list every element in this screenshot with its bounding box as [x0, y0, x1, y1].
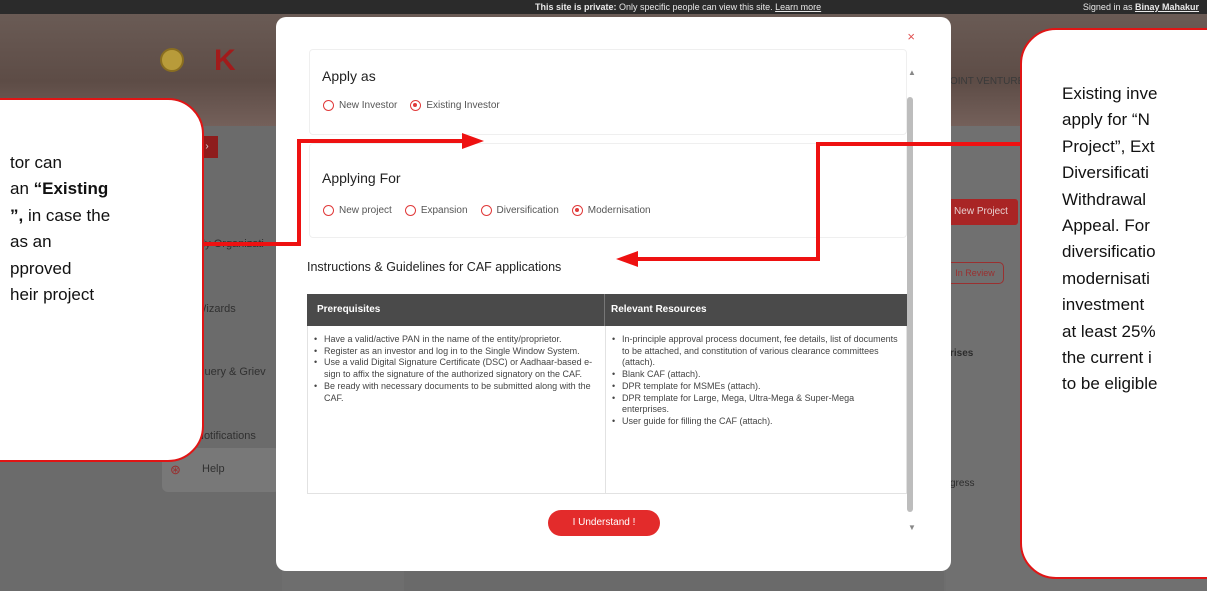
nav-joint-venture[interactable]: OINT VENTURE — [950, 76, 1024, 87]
sidebar-item-query-grievance[interactable]: Query & Griev — [196, 366, 276, 378]
list-item: DPR template for Large, Mega, Ultra-Mega… — [610, 393, 900, 416]
instructions-title: Instructions & Guidelines for CAF applic… — [307, 260, 562, 274]
private-notice: This site is private: Only specific peop… — [535, 2, 822, 12]
callout-existing-investor-note: tor can an “Existing ”, in case the as a… — [0, 98, 204, 462]
list-item: Have a valid/active PAN in the name of t… — [312, 334, 598, 346]
callout-line: pproved — [10, 258, 72, 278]
state-emblem-logo — [160, 48, 184, 72]
guidelines-table-header: Prerequisites Relevant Resources — [307, 294, 907, 326]
progress-label: gress — [950, 478, 975, 489]
callout-line: to be eligible — [1062, 374, 1158, 394]
callout-line: Diversificati — [1062, 163, 1149, 183]
radio-unchecked-icon — [323, 100, 334, 111]
radio-expansion[interactable]: Expansion — [404, 205, 468, 216]
list-item: Use a valid Digital Signature Certificat… — [312, 357, 598, 380]
apply-as-section: Apply as New Investor Existing Investor — [309, 49, 907, 135]
callout-line: heir project — [10, 285, 95, 305]
apply-as-radio-group: New Investor Existing Investor — [323, 100, 513, 111]
sidebar-item-notifications[interactable]: Notifications — [196, 430, 276, 442]
callout-line: as an — [10, 232, 52, 252]
prerequisites-list: Have a valid/active PAN in the name of t… — [312, 334, 598, 404]
callout-line: the current i — [1062, 348, 1152, 368]
callout-line: tor can — [10, 153, 62, 172]
column-divider — [605, 326, 606, 494]
help-icon: ⊛ — [170, 462, 181, 477]
radio-unchecked-icon — [323, 205, 334, 216]
private-site-banner: This site is private: Only specific peop… — [0, 0, 1207, 14]
callout-line: apply for “N — [1062, 110, 1150, 130]
left-arrow-line-vertical — [297, 139, 301, 246]
list-item: User guide for filling the CAF (attach). — [610, 416, 900, 428]
brand-logo: K — [214, 44, 236, 77]
callout-line: Withdrawal — [1062, 189, 1147, 209]
left-arrow-line-top — [297, 139, 465, 143]
arrowhead-right-icon — [462, 133, 484, 149]
resources-list: In-principle approval process document, … — [610, 334, 900, 428]
radio-new-project[interactable]: New project — [323, 205, 392, 216]
applying-for-radio-group: New project Expansion Diversification Mo… — [323, 205, 664, 216]
list-item: DPR template for MSMEs (attach). — [610, 381, 900, 393]
callout-line: Appeal. For — [1062, 216, 1150, 236]
radio-checked-icon — [410, 100, 422, 111]
list-item: Register as an investor and log in to th… — [312, 346, 598, 358]
scrollbar-thumb[interactable] — [907, 97, 913, 512]
in-review-badge[interactable]: In Review — [946, 262, 1004, 284]
i-understand-button[interactable]: I Understand ! — [548, 510, 660, 536]
caf-application-modal: × ▲ ▼ Apply as New Investor Existing Inv… — [276, 17, 951, 571]
learn-more-link[interactable]: Learn more — [775, 2, 821, 12]
list-item: Be ready with necessary documents to be … — [312, 381, 598, 404]
left-arrow-line-horizontal — [203, 242, 301, 246]
apply-as-title: Apply as — [322, 68, 376, 84]
callout-line: ”, in case the — [10, 205, 111, 225]
signed-in-user-link[interactable]: Binay Mahakur — [1135, 2, 1199, 12]
radio-checked-icon — [571, 205, 583, 216]
help-label: Help — [202, 463, 225, 475]
callout-line: at least 25% — [1062, 321, 1156, 341]
radio-diversification[interactable]: Diversification — [480, 205, 559, 216]
applying-for-title: Applying For — [322, 170, 401, 186]
header-prerequisites: Prerequisites — [317, 304, 381, 315]
list-item: Blank CAF (attach). — [610, 369, 900, 381]
guidelines-table-body: Have a valid/active PAN in the name of t… — [307, 326, 907, 494]
header-relevant-resources: Relevant Resources — [611, 304, 707, 315]
callout-line: Existing inve — [1062, 84, 1158, 103]
arrowhead-left-icon — [616, 251, 638, 267]
callout-line: Project”, Ext — [1062, 136, 1155, 156]
radio-modernisation[interactable]: Modernisation — [571, 205, 651, 216]
radio-unchecked-icon — [404, 205, 416, 216]
radio-new-investor[interactable]: New Investor — [323, 100, 397, 111]
callout-applying-for-note: Existing inve apply for “N Project”, Ext… — [1020, 28, 1207, 579]
list-item: In-principle approval process document, … — [610, 334, 900, 369]
right-arrow-line-top — [816, 142, 1022, 146]
enterprises-label: rises — [950, 348, 974, 359]
close-icon[interactable]: × — [907, 29, 915, 44]
callout-line: modernisati — [1062, 268, 1150, 288]
callout-line: diversificatio — [1062, 242, 1156, 262]
header-divider — [604, 294, 605, 326]
right-arrow-line-bottom — [637, 257, 820, 261]
radio-unchecked-icon — [480, 205, 492, 216]
radio-existing-investor[interactable]: Existing Investor — [410, 100, 500, 111]
callout-line: an “Existing — [10, 179, 109, 199]
signed-in-info: Signed in as Binay Mahakur — [1082, 2, 1199, 12]
right-arrow-line-vertical — [816, 142, 820, 261]
scroll-up-arrow-icon[interactable]: ▲ — [908, 68, 916, 77]
sidebar-item-wizards[interactable]: Wizards — [196, 303, 276, 315]
new-project-button[interactable]: New Project — [944, 199, 1018, 225]
callout-line: investment — [1062, 295, 1145, 315]
scroll-down-arrow-icon[interactable]: ▼ — [908, 523, 916, 532]
